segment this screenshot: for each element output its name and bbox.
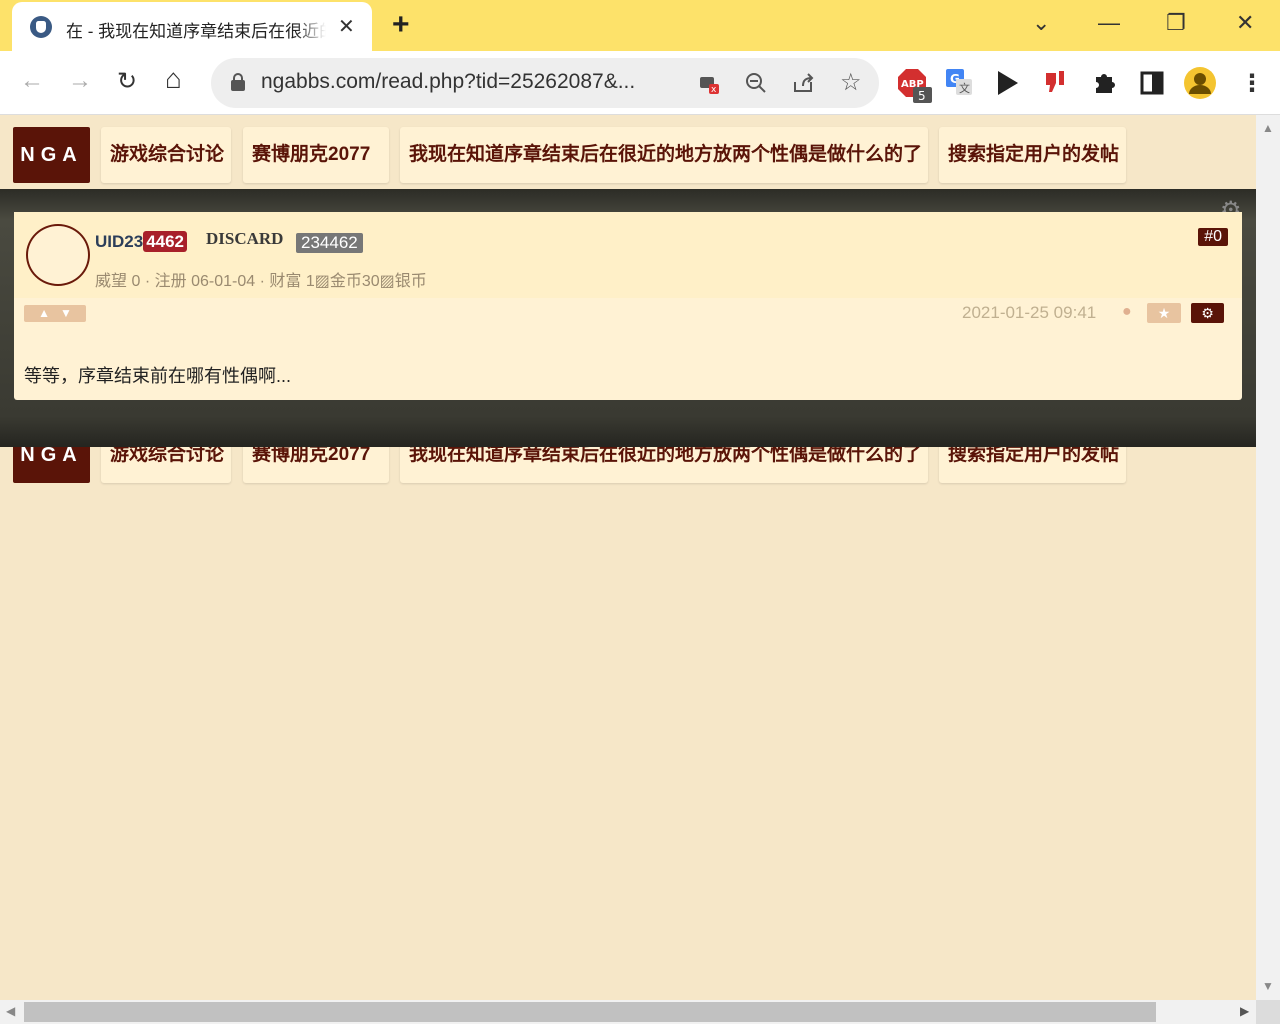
scrollbar-corner <box>1256 1000 1280 1024</box>
abp-badge: 5 <box>918 89 926 103</box>
post-header: UID23 4462 DISCARD 234462 威望 0 · 注册 06-01… <box>14 212 1242 298</box>
post-settings-button[interactable]: ⚙ <box>1191 303 1224 323</box>
scroll-up-arrow-icon[interactable]: ▲ <box>1262 121 1274 135</box>
translate-icon[interactable]: G 文 <box>946 69 974 97</box>
home-button[interactable]: ⌂ <box>165 63 182 95</box>
crumb-search-user-posts[interactable]: 搜索指定用户的发帖 <box>939 127 1126 183</box>
avatar[interactable] <box>26 224 90 286</box>
bookmark-star-icon[interactable]: ☆ <box>840 68 862 97</box>
vote-buttons[interactable]: ▲ ▼ <box>24 305 86 322</box>
vertical-scrollbar[interactable]: ▲ ▼ <box>1256 115 1280 1000</box>
nga-favicon-icon <box>30 16 52 38</box>
browser-toolbar: ← → ↻ ⌂ ngabbs.com/read.php?tid=25262087… <box>0 51 1280 115</box>
close-window-button[interactable]: ✕ <box>1236 10 1254 36</box>
gold-coin-icon: ▨金币 <box>314 273 362 290</box>
nga-logo[interactable]: NGA <box>13 127 90 183</box>
restore-button[interactable]: ❐ <box>1166 10 1186 36</box>
crumb-game-discussion[interactable]: 游戏综合讨论 <box>101 127 231 183</box>
user-meta: 威望 0 · 注册 06-01-04 · 财富 1▨金币30▨银币 <box>95 273 427 290</box>
post-timestamp: 2021-01-25 09:41 <box>962 303 1097 322</box>
post-card: UID23 4462 DISCARD 234462 威望 0 · 注册 06-01… <box>14 212 1242 400</box>
tab-close-icon[interactable]: ✕ <box>338 14 355 39</box>
camera-blocked-icon[interactable]: x <box>698 73 720 95</box>
svg-text:文: 文 <box>959 81 970 95</box>
horizontal-scrollbar[interactable]: ◀ ▶ <box>0 1000 1256 1024</box>
uid-highlight: 4462 <box>143 231 188 252</box>
scroll-right-arrow-icon[interactable]: ▶ <box>1240 1004 1249 1018</box>
browser-tab[interactable]: 在 - 我现在知道序章结束后在很近的地方放两个性偶是做什么的了 ✕ <box>12 2 372 51</box>
play-extension-icon[interactable] <box>996 71 1020 95</box>
favorite-star-button[interactable]: ★ <box>1147 303 1181 323</box>
new-tab-button[interactable]: + <box>392 8 410 42</box>
uid-badge: 234462 <box>296 233 363 253</box>
scroll-left-arrow-icon[interactable]: ◀ <box>6 1004 15 1018</box>
share-icon[interactable] <box>792 72 816 94</box>
floor-number[interactable]: #0 <box>1198 228 1228 246</box>
tab-search-icon[interactable]: ⌄ <box>1032 10 1050 36</box>
silver-coin-icon: ▨银币 <box>379 273 427 290</box>
menu-kebab-icon[interactable]: ⋮ <box>1240 69 1264 98</box>
profile-avatar-icon[interactable] <box>1184 67 1216 99</box>
zoom-icon[interactable] <box>745 72 767 94</box>
dislike-extension-icon[interactable] <box>1043 69 1071 97</box>
url-text[interactable]: ngabbs.com/read.php?tid=25262087&... <box>261 70 681 94</box>
horizontal-scroll-thumb[interactable] <box>24 1002 1156 1022</box>
reload-button[interactable]: ↻ <box>117 67 137 96</box>
username[interactable]: UID23 4462 <box>95 231 188 252</box>
crumb-thread-title[interactable]: 我现在知道序章结束后在很近的地方放两个性偶是做什么的了 <box>400 127 928 183</box>
adblock-plus-icon[interactable]: ABP 5 <box>898 69 932 103</box>
scroll-down-arrow-icon[interactable]: ▼ <box>1262 979 1274 993</box>
address-bar[interactable]: ngabbs.com/read.php?tid=25262087&... x ☆ <box>211 58 879 108</box>
thumbs-up-icon[interactable]: ▲ <box>38 306 50 320</box>
thumbs-down-icon[interactable]: ▼ <box>60 306 72 320</box>
tab-title: 在 - 我现在知道序章结束后在很近的地方放两个性偶是做什么的了 <box>66 17 326 42</box>
crumb-cyberpunk[interactable]: 赛博朋克2077 <box>243 127 389 183</box>
browser-titlebar: 在 - 我现在知道序章结束后在很近的地方放两个性偶是做什么的了 ✕ + ⌄ — … <box>0 0 1280 51</box>
extensions-puzzle-icon[interactable] <box>1092 71 1116 95</box>
discard-label: DISCARD <box>206 229 284 248</box>
back-button[interactable]: ← <box>20 67 44 95</box>
forward-button[interactable]: → <box>68 67 92 95</box>
post-content: 等等，序章结束前在哪有性偶啊... <box>24 366 292 386</box>
lock-icon[interactable] <box>231 73 245 91</box>
apple-icon: ● <box>1122 303 1132 320</box>
svg-text:x: x <box>711 85 717 95</box>
minimize-button[interactable]: — <box>1098 10 1120 36</box>
side-panel-icon[interactable] <box>1140 71 1164 95</box>
